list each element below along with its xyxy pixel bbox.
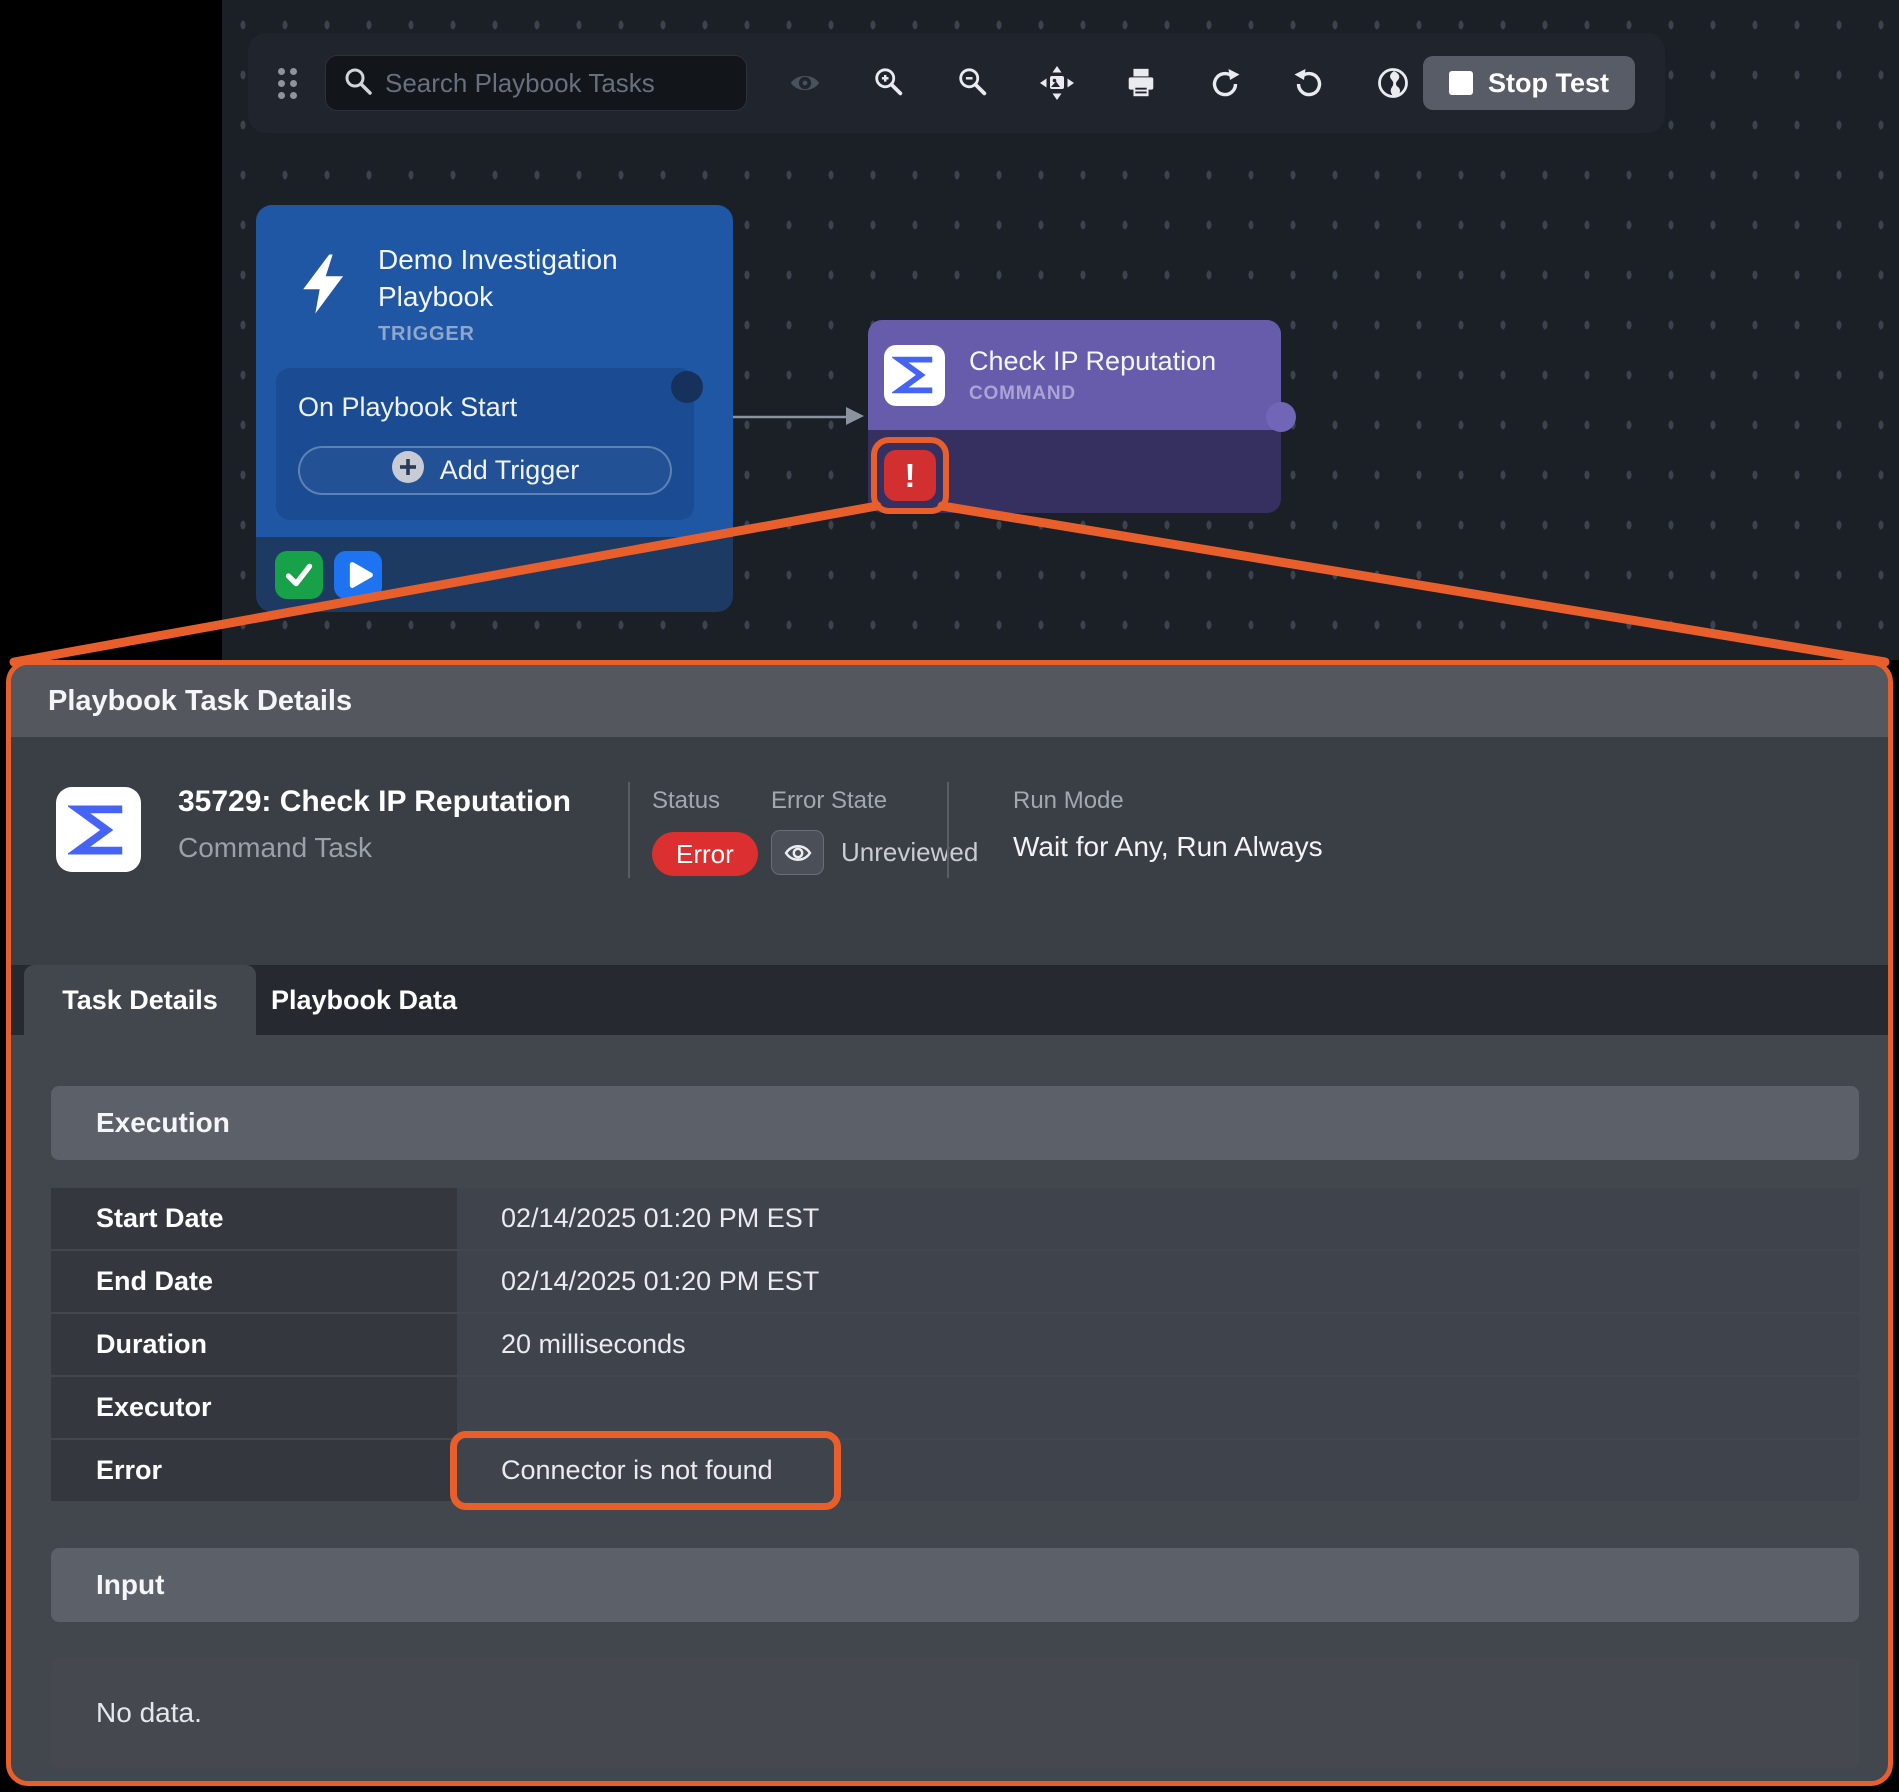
row-label: Duration [51,1314,457,1375]
zoom-out-icon[interactable] [947,57,999,109]
tab-task-details[interactable]: Task Details [24,965,256,1035]
input-section-header: Input [51,1548,1859,1622]
stop-test-label: Stop Test [1488,68,1609,99]
search-icon [344,67,372,100]
command-node-title: Check IP Reputation [969,346,1216,377]
canvas-toolbar: Stop Test [248,33,1665,133]
task-type: Command Task [178,832,372,864]
status-label: Status [652,787,758,815]
search-input[interactable] [385,68,728,99]
run-mode-column: Run Mode Wait for Any, Run Always [1013,787,1323,863]
plus-circle-icon [391,450,425,491]
panel-title-bar: Playbook Task Details [11,665,1888,737]
stop-test-button[interactable]: Stop Test [1423,56,1635,110]
execution-section-header: Execution [51,1086,1859,1160]
panel-title: Playbook Task Details [48,685,352,718]
run-mode-label: Run Mode [1013,787,1323,815]
row-label: Executor [51,1377,457,1438]
table-row: Start Date 02/14/2025 01:20 PM EST [51,1188,1859,1249]
command-node-type-label: COMMAND [969,383,1216,405]
redo-icon[interactable] [1199,57,1251,109]
row-label: Start Date [51,1188,457,1249]
undo-icon[interactable] [1283,57,1335,109]
annotation-ring [871,437,949,514]
divider [947,782,949,878]
table-row-error: Error Connector is not found [51,1440,1859,1501]
error-state-value: Unreviewed [841,837,978,868]
task-name: 35729: Check IP Reputation [178,785,571,819]
screenshot-root: Stop Test Demo Investigation Playbook TR… [0,0,1899,1792]
table-row: End Date 02/14/2025 01:20 PM EST [51,1251,1859,1312]
trigger-node-title: Demo Investigation Playbook [378,241,678,315]
trigger-step-label: On Playbook Start [298,392,672,423]
zoom-in-icon[interactable] [863,57,915,109]
row-value: 20 milliseconds [457,1314,1859,1375]
table-row: Executor [51,1377,1859,1438]
lightning-bolt-icon [298,241,350,346]
tab-playbook-data[interactable]: Playbook Data [256,965,472,1035]
trigger-output-port[interactable] [671,371,703,403]
validate-check-button[interactable] [275,551,323,599]
row-value: 02/14/2025 01:20 PM EST [457,1188,1859,1249]
fit-to-screen-icon[interactable] [1031,57,1083,109]
toolbar-drag-handle[interactable] [278,68,297,99]
trigger-node[interactable]: Demo Investigation Playbook TRIGGER On P… [256,205,733,612]
tab-content: Execution Start Date 02/14/2025 01:20 PM… [11,1086,1888,1768]
status-column: Status Error [652,787,758,876]
status-badge: Error [652,832,758,876]
execution-table: Start Date 02/14/2025 01:20 PM EST End D… [51,1188,1859,1501]
playbook-task-details-panel: Playbook Task Details 35729: Check IP Re… [6,660,1893,1786]
review-eye-button[interactable] [771,830,824,875]
run-play-button[interactable] [334,551,382,599]
trigger-node-footer [256,537,733,612]
command-output-port[interactable] [1266,402,1296,432]
stop-icon [1449,71,1473,95]
add-trigger-label: Add Trigger [440,455,580,486]
command-node-header: Check IP Reputation COMMAND [868,320,1281,430]
row-value [457,1377,1859,1438]
panel-tabs: Task Details Playbook Data [11,965,1888,1035]
row-value: 02/14/2025 01:20 PM EST [457,1251,1859,1312]
task-summary-section: 35729: Check IP Reputation Command Task … [11,737,1888,965]
print-icon[interactable] [1115,57,1167,109]
input-empty-state: No data. [51,1658,1859,1768]
divider [628,782,630,878]
trigger-node-type-label: TRIGGER [378,323,678,346]
task-sigma-icon [56,787,141,872]
globe-icon[interactable] [1367,57,1419,109]
execution-title: Execution [96,1107,230,1139]
run-mode-value: Wait for Any, Run Always [1013,831,1323,863]
trigger-step-card: On Playbook Start Add Trigger [276,368,694,520]
add-trigger-button[interactable]: Add Trigger [298,446,672,495]
annotation-ring [450,1431,841,1510]
trigger-node-header: Demo Investigation Playbook TRIGGER On P… [256,205,733,537]
row-label: End Date [51,1251,457,1312]
input-title: Input [96,1569,164,1601]
row-label: Error [51,1440,457,1501]
search-box [325,55,747,111]
command-sigma-icon [884,345,945,406]
visibility-icon[interactable] [779,57,831,109]
table-row: Duration 20 milliseconds [51,1314,1859,1375]
